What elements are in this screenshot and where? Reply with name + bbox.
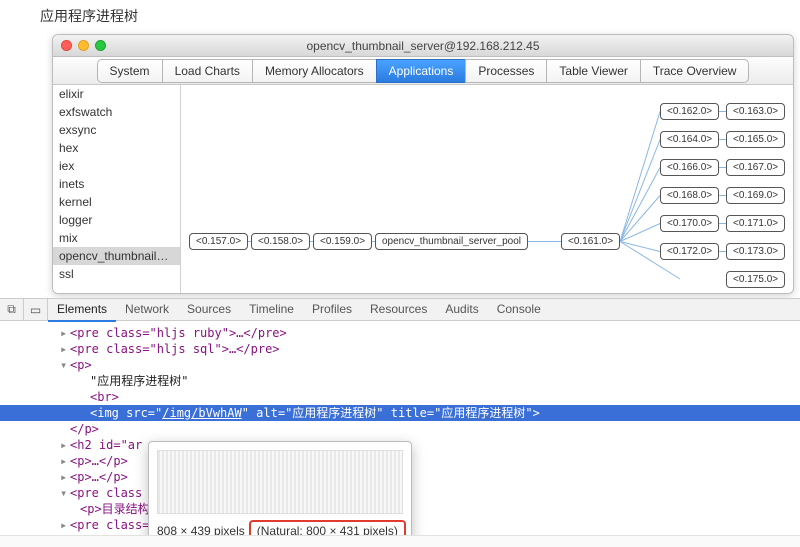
process-node[interactable]: <0.159.0> <box>313 233 372 250</box>
process-node[interactable]: <0.169.0> <box>726 187 785 204</box>
devtools-tab-sources[interactable]: Sources <box>178 298 240 322</box>
process-node[interactable]: <0.164.0> <box>660 131 719 148</box>
tab-table-viewer[interactable]: Table Viewer <box>546 59 639 83</box>
zoom-icon[interactable] <box>95 40 106 51</box>
sidebar-item[interactable]: inets <box>53 175 180 193</box>
dom-text[interactable]: "应用程序进程树" <box>0 373 800 389</box>
page-heading: 应用程序进程树 <box>0 0 800 32</box>
sidebar-item[interactable]: iex <box>53 157 180 175</box>
toolbar: SystemLoad ChartsMemory AllocatorsApplic… <box>53 57 793 85</box>
tab-system[interactable]: System <box>97 59 162 83</box>
process-node[interactable]: <0.171.0> <box>726 215 785 232</box>
minimize-icon[interactable] <box>78 40 89 51</box>
thumbnail <box>157 450 403 514</box>
process-tree-canvas[interactable]: <0.157.0><0.158.0><0.159.0>opencv_thumbn… <box>181 85 793 293</box>
sidebar-item[interactable]: exsync <box>53 121 180 139</box>
devtools-tab-console[interactable]: Console <box>488 298 550 322</box>
dom-node[interactable]: <pre class="hljs ruby">…</pre> <box>0 325 800 341</box>
sidebar-item[interactable]: elixir <box>53 85 180 103</box>
process-node[interactable]: <0.167.0> <box>726 159 785 176</box>
tab-memory-allocators[interactable]: Memory Allocators <box>252 59 376 83</box>
rendered-size: 808 × 439 pixels <box>157 524 245 535</box>
devtools-tab-elements[interactable]: Elements <box>48 298 116 322</box>
devtools-tab-timeline[interactable]: Timeline <box>240 298 303 322</box>
devtools-tab-audits[interactable]: Audits <box>436 298 487 322</box>
close-icon[interactable] <box>61 40 72 51</box>
process-node[interactable]: <0.173.0> <box>726 243 785 260</box>
dom-node[interactable]: <pre class="hljs sql">…</pre> <box>0 341 800 357</box>
device-icon[interactable]: ▭ <box>24 299 48 321</box>
tab-load-charts[interactable]: Load Charts <box>162 59 252 83</box>
process-node[interactable]: <0.170.0> <box>660 215 719 232</box>
sidebar-item[interactable]: opencv_thumbnail_s… <box>53 247 180 265</box>
process-node[interactable]: <0.166.0> <box>660 159 719 176</box>
sidebar-item[interactable]: ssl <box>53 265 180 283</box>
tab-processes[interactable]: Processes <box>465 59 546 83</box>
devtools-footer <box>0 535 800 547</box>
process-node[interactable]: opencv_thumbnail_server_pool <box>375 233 528 250</box>
window-title: opencv_thumbnail_server@192.168.212.45 <box>53 39 793 53</box>
dom-node-selected[interactable]: <img src="/img/bVwhAW" alt="应用程序进程树" tit… <box>0 405 800 421</box>
dom-node[interactable]: <br> <box>0 389 800 405</box>
inspect-icon[interactable]: ⧉ <box>0 299 24 321</box>
devtools-tab-resources[interactable]: Resources <box>361 298 436 322</box>
process-node[interactable]: <0.158.0> <box>251 233 310 250</box>
sidebar-item[interactable]: kernel <box>53 193 180 211</box>
process-node[interactable]: <0.161.0> <box>561 233 620 250</box>
process-node[interactable]: <0.175.0> <box>726 271 785 288</box>
sidebar-item[interactable]: exfswatch <box>53 103 180 121</box>
process-node[interactable]: <0.157.0> <box>189 233 248 250</box>
sidebar-item[interactable]: logger <box>53 211 180 229</box>
process-node[interactable]: <0.172.0> <box>660 243 719 260</box>
observer-window: opencv_thumbnail_server@192.168.212.45 S… <box>52 34 794 294</box>
sidebar-item[interactable]: hex <box>53 139 180 157</box>
dom-node[interactable]: </p> <box>0 421 800 437</box>
process-node[interactable]: <0.165.0> <box>726 131 785 148</box>
process-node[interactable]: <0.162.0> <box>660 103 719 120</box>
devtools-panel: ⧉ ▭ ElementsNetworkSourcesTimelineProfil… <box>0 298 800 547</box>
sidebar-item[interactable]: mix <box>53 229 180 247</box>
devtools-tabs: ⧉ ▭ ElementsNetworkSourcesTimelineProfil… <box>0 299 800 321</box>
natural-size: (Natural: 800 × 431 pixels) <box>249 520 406 535</box>
titlebar[interactable]: opencv_thumbnail_server@192.168.212.45 <box>53 35 793 57</box>
dom-node[interactable]: <p> <box>0 357 800 373</box>
process-node[interactable]: <0.163.0> <box>726 103 785 120</box>
tab-trace-overview[interactable]: Trace Overview <box>640 59 750 83</box>
dom-tree[interactable]: <pre class="hljs ruby">…</pre> <pre clas… <box>0 321 800 535</box>
app-list: elixirexfswatchexsynchexiexinetskernello… <box>53 85 181 293</box>
devtools-tab-profiles[interactable]: Profiles <box>303 298 361 322</box>
devtools-tab-network[interactable]: Network <box>116 298 178 322</box>
image-preview-tooltip: 808 × 439 pixels (Natural: 800 × 431 pix… <box>148 441 412 535</box>
process-node[interactable]: <0.168.0> <box>660 187 719 204</box>
tab-applications[interactable]: Applications <box>376 59 466 83</box>
